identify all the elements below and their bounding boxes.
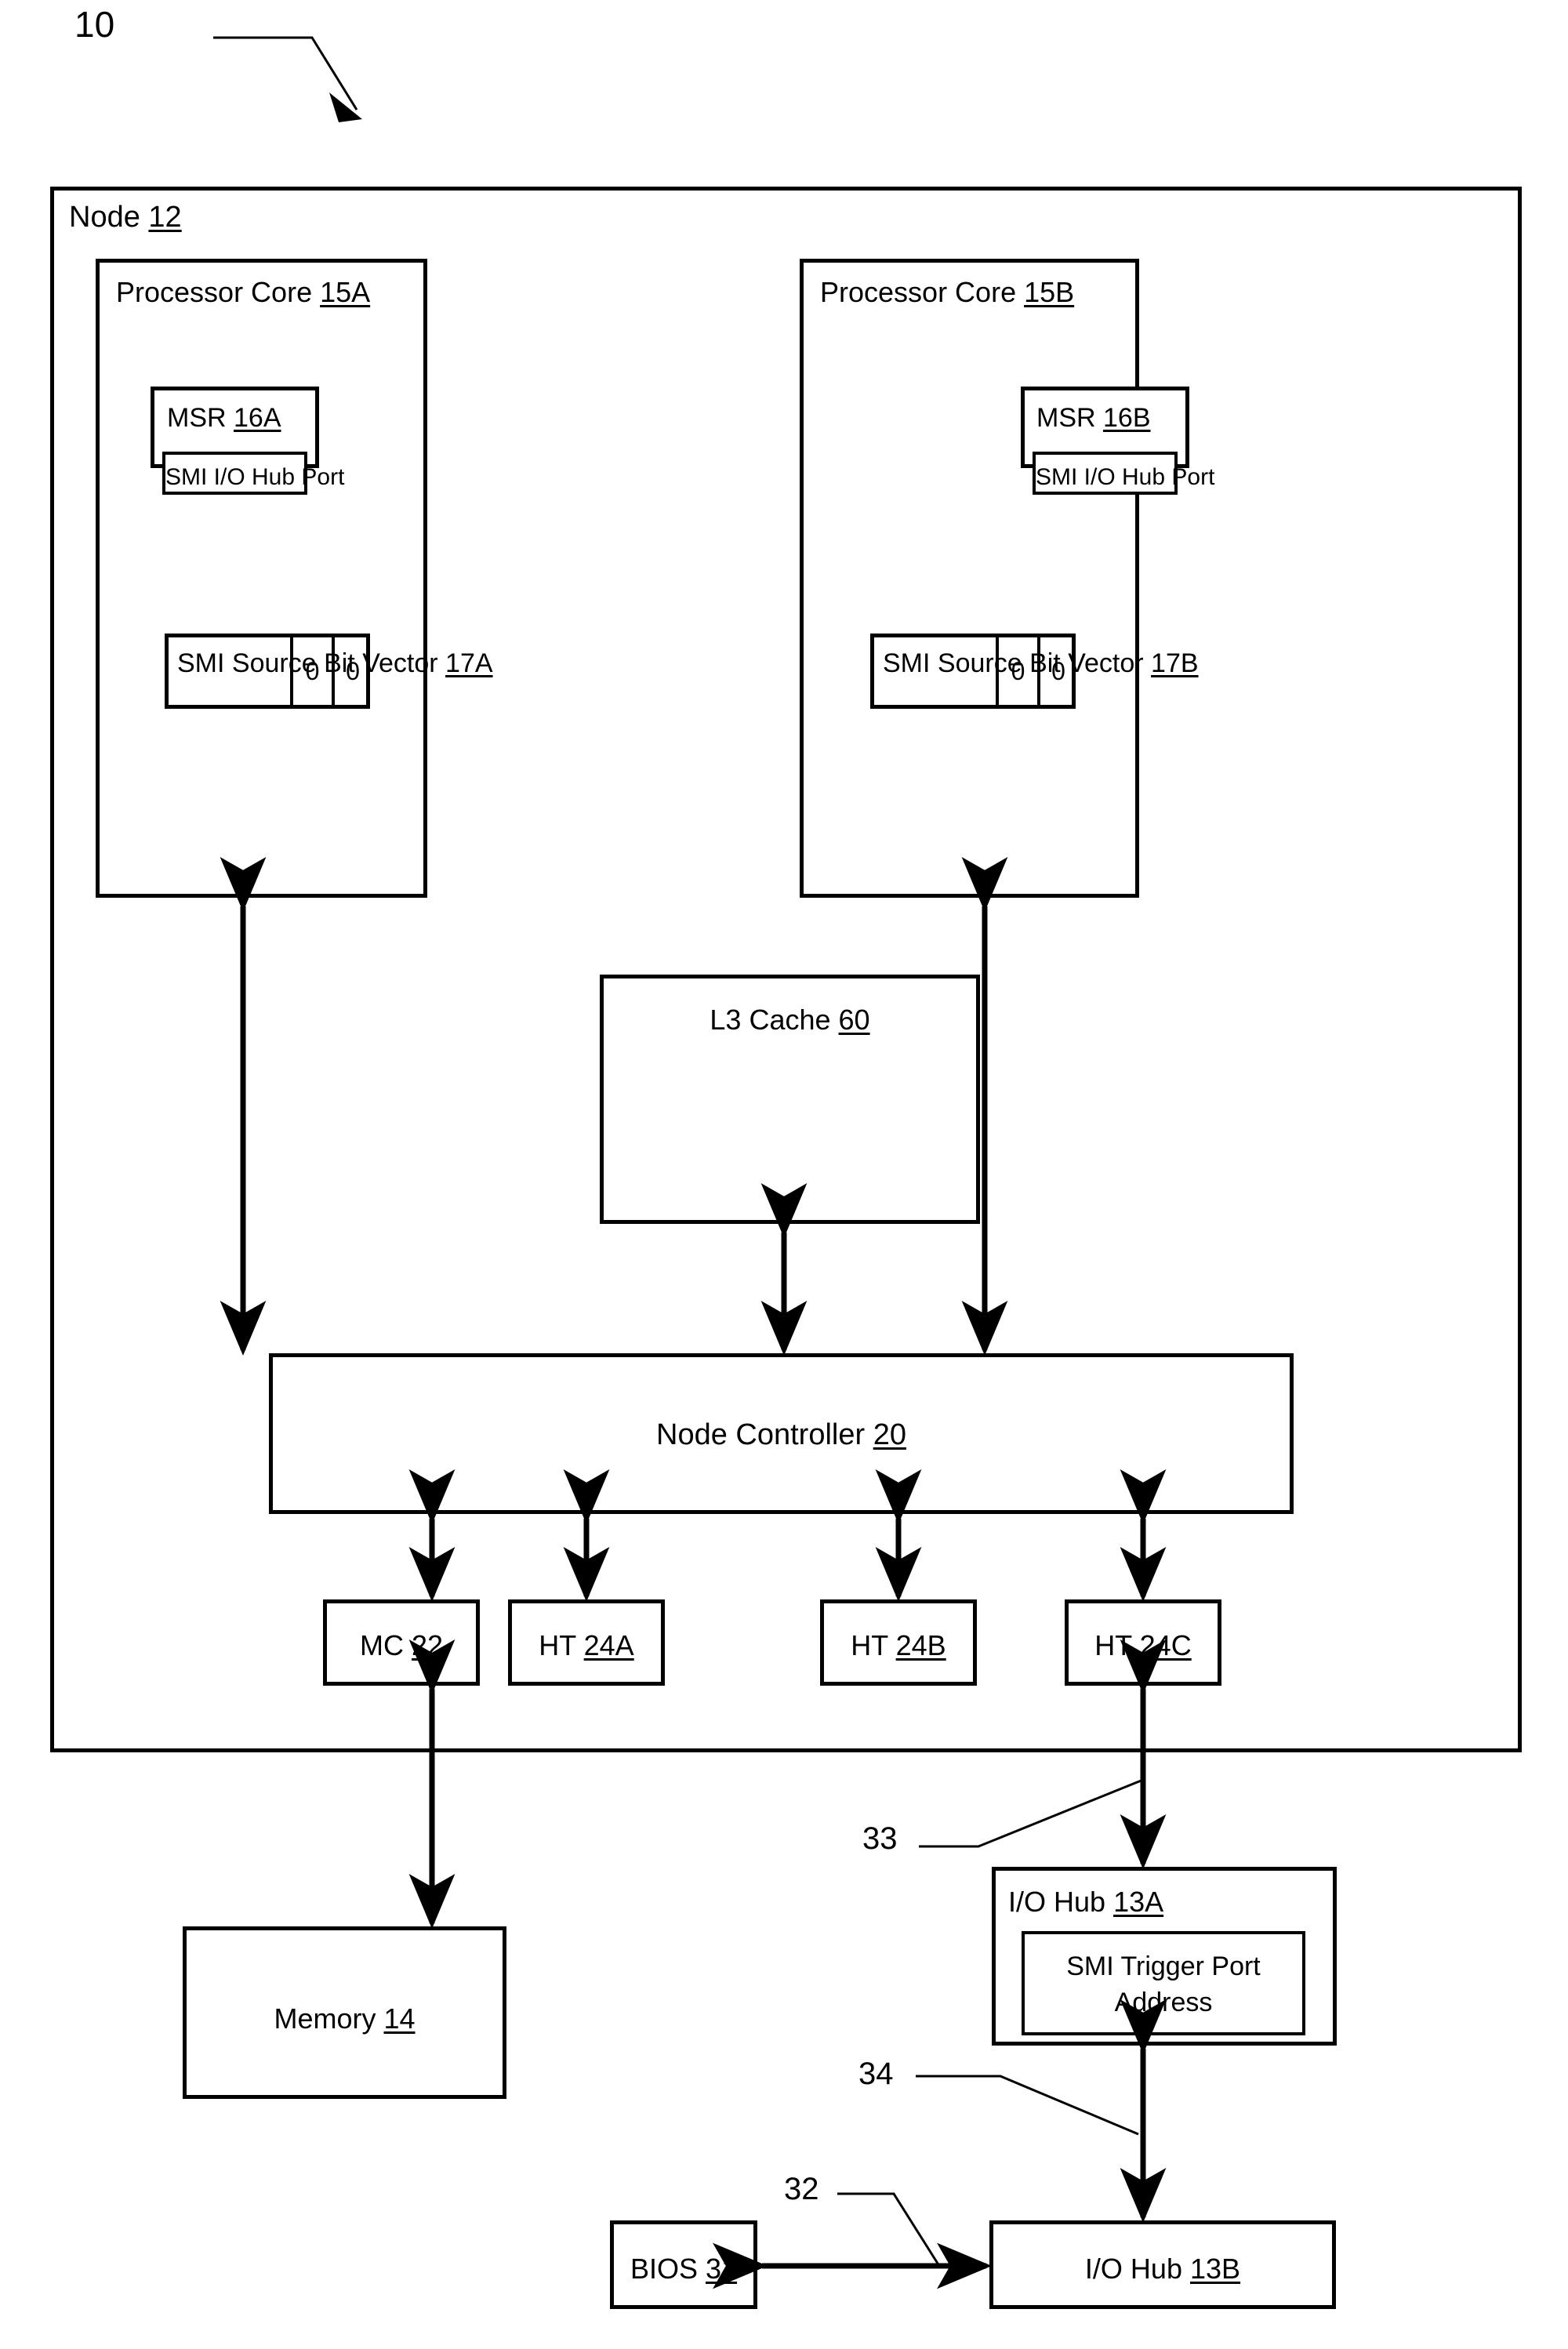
node-controller-box: Node Controller 20: [269, 1353, 1294, 1514]
figure-leader-line: [213, 36, 362, 122]
smi-trigger-port-line-1: SMI Trigger Port: [1066, 1951, 1261, 1981]
io-hub-13b-ref: 13B: [1190, 2253, 1241, 2285]
mc-22-ref: 22: [411, 1629, 444, 1661]
figure-reference-label: 10: [74, 4, 115, 45]
msr-b-field-box: SMI I/O Hub Port: [1033, 452, 1215, 495]
ht-24a-ref: 24A: [583, 1629, 634, 1661]
bios-ref: 31: [706, 2253, 738, 2285]
smi-source-bit-vector-b-ref: 17B: [1151, 648, 1199, 678]
memory-ref: 14: [383, 2002, 416, 2035]
ht-24b-ref: 24B: [895, 1629, 946, 1661]
smi-source-bit-vector-b-label-text: SMI Source Bit Vector: [883, 648, 1144, 678]
l3-cache-label-text: L3 Cache: [710, 1004, 831, 1036]
node-controller-label-text: Node Controller: [656, 1418, 866, 1451]
msr-b-label-text: MSR: [1036, 403, 1096, 433]
processor-core-b-box: [800, 259, 1139, 898]
link-label-34: 34: [858, 2057, 894, 2091]
ht-24c-label-text: HT: [1094, 1629, 1132, 1661]
memory-label-text: Memory: [274, 2002, 376, 2035]
processor-core-b-ref: 15B: [1024, 276, 1075, 308]
io-hub-13a-label: I/O Hub 13A: [1008, 1888, 1163, 1916]
mc-22-label: MC 22: [327, 1629, 476, 1661]
link-label-33: 33: [862, 1821, 898, 1856]
smi-source-bit-vector-a-ref: 17A: [445, 648, 493, 678]
msr-b-label: MSR 16B: [1036, 405, 1151, 431]
bios-label: BIOS 31: [614, 2253, 753, 2285]
processor-core-a-label: Processor Core 15A: [116, 278, 370, 307]
ht-24b-label: HT 24B: [824, 1629, 973, 1661]
processor-core-b-label-text: Processor Core: [820, 276, 1017, 308]
bios-box: BIOS 31: [610, 2220, 757, 2309]
l3-cache-ref: 60: [838, 1004, 870, 1036]
mc-22-box: MC 22: [323, 1599, 480, 1686]
smi-source-bit-vector-b-label: SMI Source Bit Vector 17B: [883, 650, 1199, 677]
msr-b-ref: 16B: [1103, 403, 1151, 433]
ht-24c-box: HT 24C: [1065, 1599, 1221, 1686]
io-hub-13b-label-text: I/O Hub: [1084, 2253, 1182, 2285]
node-ref: 12: [148, 201, 182, 234]
io-hub-13b-box: I/O Hub 13B: [989, 2220, 1336, 2309]
mc-22-label-text: MC: [359, 1629, 404, 1661]
leader-line-33: [919, 1778, 1144, 1848]
io-hub-13b-label: I/O Hub 13B: [993, 2253, 1332, 2285]
node-controller-label: Node Controller 20: [273, 1418, 1290, 1453]
memory-box: Memory 14: [183, 1926, 506, 2099]
l3-cache-box: L3 Cache 60: [600, 975, 980, 1224]
msr-a-field-label: SMI I/O Hub Port: [165, 464, 345, 490]
ht-24c-label: HT 24C: [1069, 1629, 1218, 1661]
processor-core-a-box: [96, 259, 427, 898]
io-hub-13a-label-text: I/O Hub: [1008, 1886, 1106, 1918]
io-hub-13a-ref: 13A: [1113, 1886, 1164, 1918]
node-controller-ref: 20: [873, 1418, 906, 1451]
leader-line-32: [837, 2192, 941, 2267]
smi-source-bit-vector-a-label-text: SMI Source Bit Vector: [177, 648, 438, 678]
msr-a-label-text: MSR: [167, 403, 227, 433]
node-label-text: Node: [69, 201, 140, 234]
msr-a-label: MSR 16A: [167, 405, 281, 431]
smi-trigger-port-line-2: Address: [1114, 1988, 1213, 2017]
smi-trigger-port-address-box: SMI Trigger Port Address: [1022, 1931, 1305, 2035]
ht-24a-box: HT 24A: [508, 1599, 665, 1686]
ht-24a-label-text: HT: [539, 1629, 576, 1661]
ht-24b-label-text: HT: [851, 1629, 888, 1661]
memory-label: Memory 14: [187, 2002, 503, 2035]
msr-b-field-label: SMI I/O Hub Port: [1036, 464, 1215, 490]
processor-core-b-label: Processor Core 15B: [820, 278, 1074, 307]
ht-24b-box: HT 24B: [820, 1599, 977, 1686]
ht-24c-ref: 24C: [1139, 1629, 1192, 1661]
patent-figure-canvas: 10 Node 12 Processor Core 15A MSR 16A SM…: [0, 0, 1568, 2349]
smi-source-bit-vector-a-label: SMI Source Bit Vector 17A: [177, 650, 493, 677]
msr-a-ref: 16A: [234, 403, 281, 433]
link-label-32: 32: [784, 2172, 819, 2206]
processor-core-a-ref: 15A: [320, 276, 371, 308]
ht-24a-label: HT 24A: [512, 1629, 661, 1661]
bios-label-text: BIOS: [630, 2253, 698, 2285]
l3-cache-label: L3 Cache 60: [604, 1004, 976, 1036]
processor-core-a-label-text: Processor Core: [116, 276, 313, 308]
node-label: Node 12: [69, 202, 182, 232]
leader-line-34: [916, 2075, 1139, 2136]
msr-a-field-box: SMI I/O Hub Port: [162, 452, 345, 495]
